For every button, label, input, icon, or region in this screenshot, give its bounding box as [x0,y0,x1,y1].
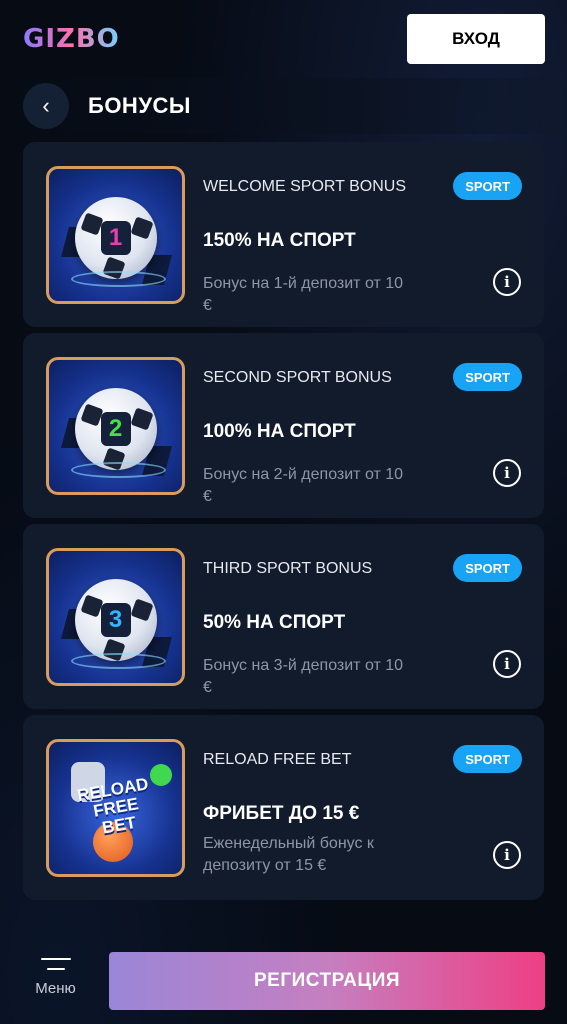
bonus-description: Бонус на 3-й депозит от 10 € [203,657,404,696]
menu-button[interactable]: Меню [28,954,83,997]
bonus-headline: ФРИБЕТ ДО 15 € [203,803,360,824]
bonus-thumbnail: 2 [46,357,185,495]
bonus-name: WELCOME SPORT BONUS [203,178,406,195]
sport-badge: SPORT [453,363,522,391]
bonus-list: 1 WELCOME SPORT BONUS SPORT 150% НА СПОР… [23,142,544,906]
bonus-name: RELOAD FREE BET [203,751,352,768]
ball-number: 1 [100,220,131,255]
green-ball-icon [150,764,172,786]
header: GIZBO ВХОД [0,0,567,78]
decor-ring [71,653,166,669]
bonus-headline: 100% НА СПОРТ [203,421,356,442]
menu-label: Меню [35,980,76,997]
info-icon[interactable]: i [493,841,521,869]
bonus-thumbnail: 1 [46,166,185,304]
register-button[interactable]: РЕГИСТРАЦИЯ [109,952,545,1010]
bonus-description: Еженедельный бонус к депозиту от 15 € [203,835,374,874]
bonus-thumbnail: RELOAD FREE BET [46,739,185,877]
decor-ring [71,462,166,478]
bonus-name: THIRD SPORT BONUS [203,560,373,577]
bonus-thumbnail: 3 [46,548,185,686]
page-title: БОНУСЫ [88,93,191,118]
hamburger-icon [40,958,71,970]
sport-badge: SPORT [453,172,522,200]
bonus-name: SECOND SPORT BONUS [203,369,392,386]
soccer-ball-icon: 2 [74,387,157,471]
bonus-description: Бонус на 2-й депозит от 10 € [203,466,404,505]
soccer-ball-icon: 3 [74,578,157,662]
page-titlebar: ‹ БОНУСЫ [0,78,567,134]
bonus-description: Бонус на 1-й депозит от 10 € [203,275,404,314]
back-button[interactable]: ‹ [23,83,69,129]
ball-number: 3 [100,602,131,637]
login-button[interactable]: ВХОД [407,14,545,64]
bonus-card[interactable]: 2 SECOND SPORT BONUS SPORT 100% НА СПОРТ… [23,333,544,518]
sport-badge: SPORT [453,745,522,773]
bonus-card[interactable]: 1 WELCOME SPORT BONUS SPORT 150% НА СПОР… [23,142,544,327]
reload-free-bet-art: RELOAD FREE BET [75,774,150,838]
bottom-bar: Меню РЕГИСТРАЦИЯ [0,940,567,1024]
info-icon[interactable]: i [493,268,521,296]
ball-number: 2 [100,411,131,446]
bonus-card[interactable]: RELOAD FREE BET RELOAD FREE BET SPORT ФР… [23,715,544,900]
chevron-left-icon: ‹ [42,93,50,118]
bonus-headline: 150% НА СПОРТ [203,230,356,251]
bonus-headline: 50% НА СПОРТ [203,612,346,633]
gizbo-logo[interactable]: GIZBO [23,24,120,54]
decor-ring [71,271,166,287]
sport-badge: SPORT [453,554,522,582]
soccer-ball-icon: 1 [74,196,157,280]
info-icon[interactable]: i [493,650,521,678]
info-icon[interactable]: i [493,459,521,487]
bonus-card[interactable]: 3 THIRD SPORT BONUS SPORT 50% НА СПОРТ Б… [23,524,544,709]
